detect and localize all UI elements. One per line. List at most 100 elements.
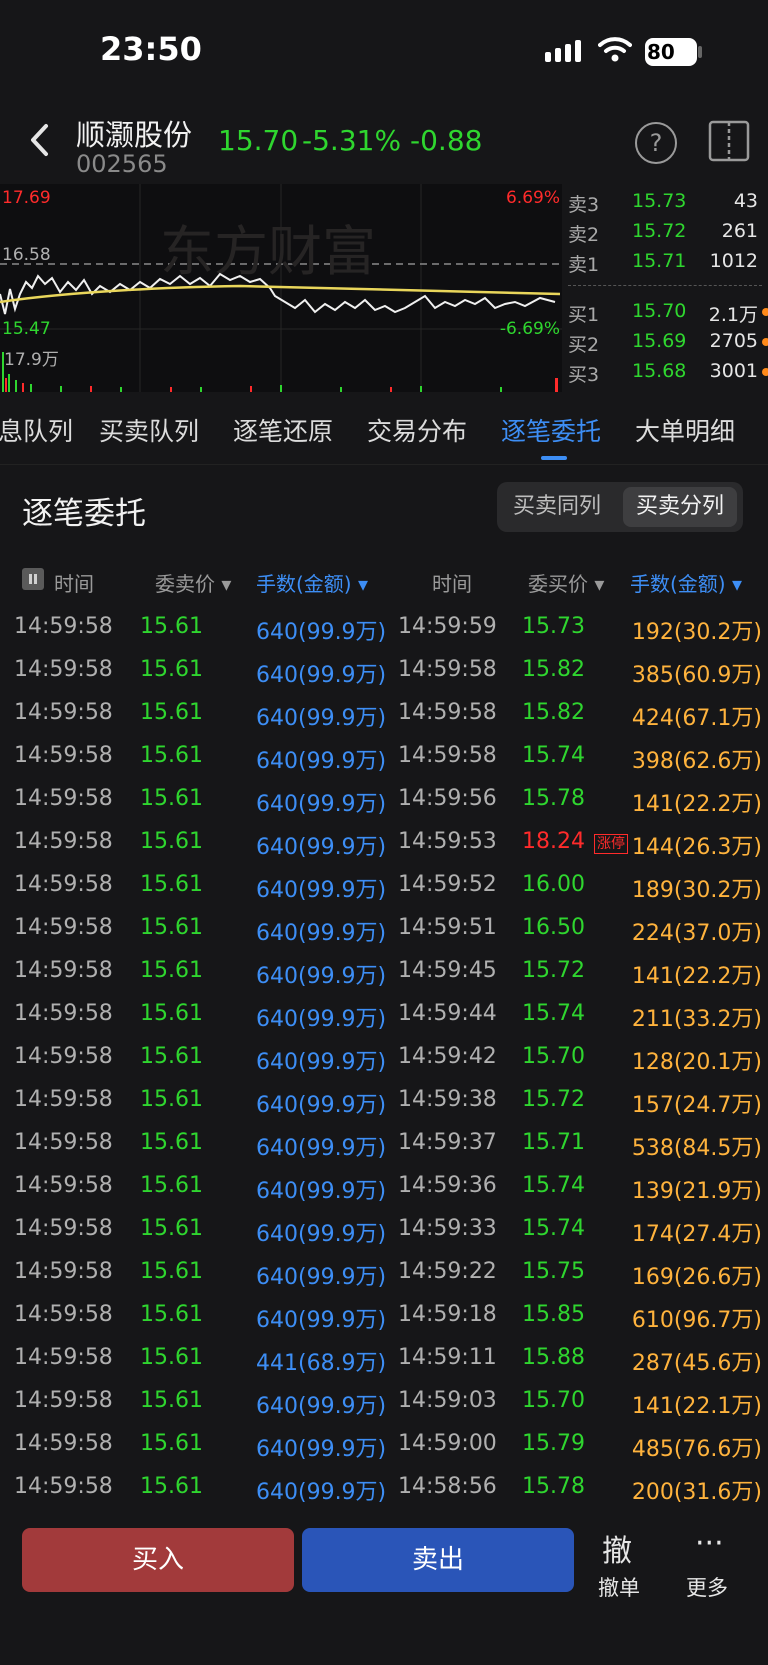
stock-code: 002565 [76, 150, 168, 178]
limit-up-badge: 涨停 [594, 834, 628, 854]
buy-price: 18.24 [522, 829, 585, 854]
sell-time: 14:59:58 [14, 1345, 113, 1370]
pause-icon[interactable] [22, 568, 44, 590]
sell-price: 15.61 [140, 1087, 203, 1112]
tab-large-orders[interactable]: 大单明细 [635, 412, 735, 448]
sell-volume: 441(68.9万) [256, 1351, 387, 1376]
more-icon[interactable]: ··· [695, 1526, 724, 1561]
table-row: 14:59:58 15.61 640(99.9万) 14:59:42 15.70 128(… [0, 1036, 768, 1079]
sell-price: 15.61 [140, 1216, 203, 1241]
buy-time: 14:59:03 [398, 1388, 497, 1413]
ask-side-label: 卖2 [568, 224, 600, 246]
bid-side-label: 买1 [568, 304, 600, 326]
buy-volume: 200(31.6万) [631, 1480, 762, 1505]
active-tab-indicator [541, 456, 567, 460]
buy-time: 14:59:56 [398, 786, 497, 811]
bid-volume: 2.1万 [708, 304, 758, 326]
sell-time: 14:59:58 [14, 1216, 113, 1241]
buy-price: 15.74 [522, 1001, 585, 1026]
table-row: 14:59:58 15.61 640(99.9万) 14:59:03 15.70 141(… [0, 1380, 768, 1423]
wifi-icon [598, 37, 632, 62]
sell-price: 15.61 [140, 958, 203, 983]
sell-volume: 640(99.9万) [256, 1308, 387, 1333]
buy-volume: 128(20.1万) [631, 1050, 762, 1075]
col-sell-price[interactable]: 委卖价 ▾ [155, 568, 231, 597]
sell-time: 14:59:58 [14, 915, 113, 940]
buy-time: 14:59:45 [398, 958, 497, 983]
sell-price: 15.61 [140, 614, 203, 639]
col-buy-price[interactable]: 委买价 ▾ [528, 568, 604, 597]
cancel-order-label[interactable]: 撤单 [598, 1572, 640, 1602]
table-row: 14:59:58 15.61 640(99.9万) 14:58:56 15.78 200(… [0, 1466, 768, 1509]
tab-trade-distribution[interactable]: 交易分布 [367, 412, 467, 448]
sell-volume: 640(99.9万) [256, 1093, 387, 1118]
buy-time: 14:59:58 [398, 657, 497, 682]
buy-time: 14:59:51 [398, 915, 497, 940]
sell-volume: 640(99.9万) [256, 706, 387, 731]
bid-row: 买3 15.68 3001 [566, 356, 768, 386]
current-price: 15.70 [218, 124, 299, 157]
bid-volume: 2705 [709, 330, 758, 352]
sell-volume: 640(99.9万) [256, 620, 387, 645]
bid-price: 15.69 [632, 330, 687, 352]
sell-volume: 640(99.9万) [256, 835, 387, 860]
buy-volume: 424(67.1万) [631, 706, 762, 731]
intraday-chart[interactable]: 东方财富 17.69 16.58 15.47 17.9万 6.69% -6.69… [0, 184, 562, 392]
table-row: 14:59:58 15.61 640(99.9万) 14:59:38 15.72 157(… [0, 1079, 768, 1122]
sort-down-icon: ▾ [221, 572, 232, 596]
buy-volume: 287(45.6万) [631, 1351, 762, 1376]
table-row: 14:59:58 15.61 640(99.9万) 14:59:45 15.72 141(… [0, 950, 768, 993]
more-label[interactable]: 更多 [686, 1572, 728, 1602]
bid-row: 买1 15.70 2.1万 [566, 296, 768, 326]
help-icon[interactable]: ? [635, 122, 677, 164]
col-buy-volume[interactable]: 手数(金额) ▾ [630, 568, 742, 597]
sell-volume: 640(99.9万) [256, 1437, 387, 1462]
col-sell-price-label: 委卖价 [155, 572, 215, 596]
sell-time: 14:59:58 [14, 614, 113, 639]
toggle-same-column[interactable]: 买卖同列 [503, 487, 611, 527]
table-row: 14:59:58 15.61 640(99.9万) 14:59:44 15.74 211(… [0, 993, 768, 1036]
buy-button[interactable]: 买入 [22, 1528, 294, 1592]
order-dot-icon [762, 368, 768, 376]
sell-time: 14:59:58 [14, 1130, 113, 1155]
sell-time: 14:59:58 [14, 829, 113, 854]
order-book[interactable]: 卖3 15.73 43 卖2 15.72 261 卖1 15.71 1012 买… [566, 184, 768, 392]
tab-tick-restore[interactable]: 逐笔还原 [233, 412, 333, 448]
buy-time: 14:59:58 [398, 700, 497, 725]
buy-time: 14:59:42 [398, 1044, 497, 1069]
change-percent: -5.31% [302, 124, 402, 157]
cancel-order-icon[interactable]: 撤 [602, 1526, 632, 1570]
tick-order-list: 14:59:58 15.61 640(99.9万) 14:59:59 15.73 192(… [0, 606, 768, 1509]
sell-price: 15.61 [140, 872, 203, 897]
sell-time: 14:59:58 [14, 1474, 113, 1499]
tab-tick-orders[interactable]: 逐笔委托 [501, 412, 601, 448]
buy-price: 15.73 [522, 614, 585, 639]
sell-volume: 640(99.9万) [256, 1222, 387, 1247]
ask-volume: 43 [733, 190, 758, 212]
table-row: 14:59:58 15.61 640(99.9万) 14:59:36 15.74 139(… [0, 1165, 768, 1208]
sell-time: 14:59:58 [14, 1388, 113, 1413]
ask-side-label: 卖1 [568, 254, 600, 276]
sell-button[interactable]: 卖出 [302, 1528, 574, 1592]
chart-ref-label: 16.58 [2, 245, 51, 265]
buy-price: 15.74 [522, 743, 585, 768]
sell-price: 15.61 [140, 1044, 203, 1069]
buy-price: 15.71 [522, 1130, 585, 1155]
tab-bid-ask-queue[interactable]: 买卖队列 [99, 412, 199, 448]
sell-price: 15.61 [140, 829, 203, 854]
tab-bar: 息队列 买卖队列 逐笔还原 交易分布 逐笔委托 大单明细 [0, 396, 768, 465]
col-sell-volume[interactable]: 手数(金额) ▾ [256, 568, 368, 597]
sell-time: 14:59:58 [14, 786, 113, 811]
layout-switch-icon[interactable] [708, 120, 750, 162]
buy-volume: 610(96.7万) [631, 1308, 762, 1333]
tab-queue[interactable]: 息队列 [0, 412, 73, 448]
buy-price: 15.70 [522, 1044, 585, 1069]
sell-volume: 640(99.9万) [256, 1480, 387, 1505]
sell-price: 15.61 [140, 657, 203, 682]
order-dot-icon [762, 308, 768, 316]
back-icon[interactable] [24, 120, 58, 160]
sell-price: 15.61 [140, 786, 203, 811]
toggle-split-column[interactable]: 买卖分列 [623, 487, 737, 527]
sell-time: 14:59:58 [14, 958, 113, 983]
battery-tip [698, 46, 702, 58]
